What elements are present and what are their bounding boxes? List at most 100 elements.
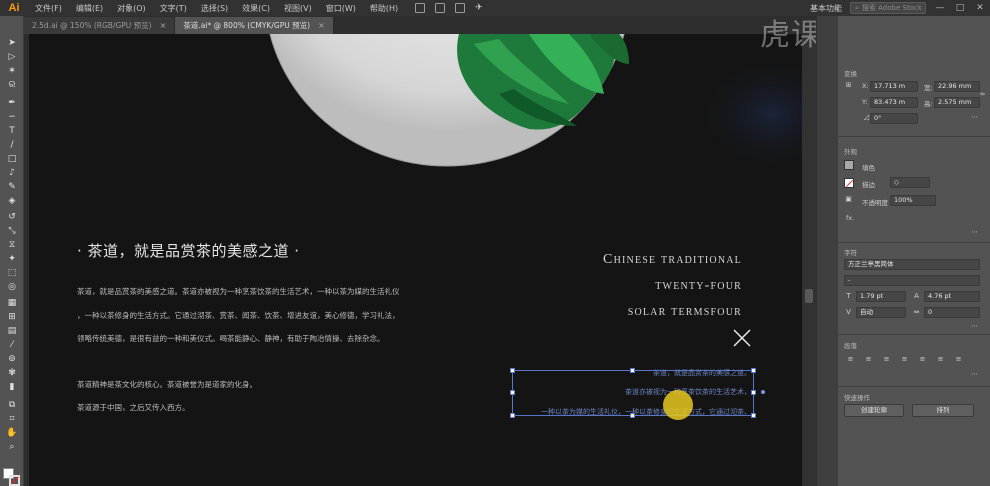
zoom-tool-icon[interactable]: ⌕ bbox=[6, 442, 18, 452]
artboard[interactable]: · 茶道，就是品赏茶的美感之道 · 茶道，就是品赏茶的美感之道。茶道亦被视为一种… bbox=[29, 34, 811, 486]
english-line-1[interactable]: Chinese traditional bbox=[603, 252, 742, 268]
align-right-icon[interactable]: ≡ bbox=[882, 355, 891, 364]
fill-color-swatch[interactable] bbox=[844, 160, 854, 170]
tea-paragraph-line-4[interactable]: 茶道精神是茶文化的核心。茶道被誉为是道家的化身。 bbox=[77, 379, 257, 390]
justify-center-icon[interactable]: ≡ bbox=[918, 355, 927, 364]
menu-window[interactable]: 窗口(W) bbox=[319, 3, 363, 14]
menu-effect[interactable]: 效果(C) bbox=[235, 3, 277, 14]
menu-select[interactable]: 选择(S) bbox=[194, 3, 235, 14]
gradient-tool-icon[interactable]: ▤ bbox=[6, 326, 18, 336]
selection-handle[interactable] bbox=[630, 368, 635, 373]
selection-handle[interactable] bbox=[630, 413, 635, 418]
direct-selection-tool-icon[interactable]: ▷ bbox=[6, 52, 18, 62]
kerning-select[interactable]: 自动 bbox=[856, 307, 906, 318]
maximize-button[interactable]: □ bbox=[954, 3, 966, 13]
tea-paragraph-line-5[interactable]: 茶道源于中国，之后又传入西方。 bbox=[77, 402, 190, 413]
selection-handle[interactable] bbox=[510, 413, 515, 418]
stroke-color-swatch[interactable] bbox=[844, 178, 854, 188]
shaper-tool-icon[interactable]: ✎ bbox=[6, 182, 18, 192]
selection-handle[interactable] bbox=[751, 413, 756, 418]
rotate-field[interactable]: 0° bbox=[870, 113, 918, 124]
link-proportions-icon[interactable]: ∞ bbox=[978, 90, 987, 99]
english-line-2[interactable]: twenty-four bbox=[655, 278, 742, 294]
magic-wand-tool-icon[interactable]: ✶ bbox=[6, 66, 18, 76]
selection-handle[interactable] bbox=[751, 390, 756, 395]
puppet-warp-tool-icon[interactable]: ✦ bbox=[6, 254, 18, 264]
width-field[interactable]: 22.96 mm bbox=[934, 81, 980, 92]
close-icon[interactable]: × bbox=[160, 21, 167, 30]
font-size-field[interactable]: 1.79 pt bbox=[856, 291, 906, 302]
tea-title[interactable]: · 茶道，就是品赏茶的美感之道 · bbox=[77, 240, 300, 261]
selection-handle[interactable] bbox=[510, 390, 515, 395]
curvature-tool-icon[interactable]: ∽ bbox=[6, 112, 18, 122]
scrollbar-thumb[interactable] bbox=[805, 289, 813, 303]
leading-field[interactable]: 4.76 pt bbox=[924, 291, 980, 302]
share-icon[interactable]: ✈ bbox=[475, 3, 485, 13]
stock-search-input[interactable]: ⌕ 搜索 Adobe Stock bbox=[850, 2, 926, 14]
pen-tool-icon[interactable]: ✒ bbox=[6, 98, 18, 108]
height-field[interactable]: 2.575 mm bbox=[934, 97, 980, 108]
document-canvas[interactable]: · 茶道，就是品赏茶的美感之道 · 茶道，就是品赏茶的美感之道。茶道亦被视为一种… bbox=[24, 34, 816, 486]
close-button[interactable]: ✕ bbox=[974, 3, 986, 13]
more-options-icon[interactable]: ⋯ bbox=[970, 370, 979, 379]
x-field[interactable]: 17.713 m bbox=[870, 81, 918, 92]
arrange-documents-icon[interactable] bbox=[455, 3, 466, 13]
paintbrush-tool-icon[interactable]: ♪ bbox=[6, 168, 18, 178]
menu-type[interactable]: 文字(T) bbox=[153, 3, 194, 14]
width-tool-icon[interactable]: ⧖ bbox=[6, 240, 18, 250]
reference-point-icon[interactable]: ⊞ bbox=[844, 81, 853, 90]
selection-handle[interactable] bbox=[751, 368, 756, 373]
fx-button[interactable]: fx. bbox=[846, 214, 854, 222]
eyedropper-tool-icon[interactable]: ⁄ bbox=[6, 340, 18, 350]
line-tool-icon[interactable]: / bbox=[6, 140, 18, 150]
stroke-weight-field[interactable]: ◇ bbox=[890, 177, 930, 188]
align-left-icon[interactable]: ≡ bbox=[846, 355, 855, 364]
align-center-icon[interactable]: ≡ bbox=[864, 355, 873, 364]
tab-tea[interactable]: 茶道.ai* @ 800% (CMYK/GPU 预览) × bbox=[175, 17, 334, 34]
justify-all-icon[interactable]: ≡ bbox=[954, 355, 963, 364]
menu-help[interactable]: 帮助(H) bbox=[363, 3, 405, 14]
bridge-icon[interactable] bbox=[415, 3, 426, 13]
more-options-icon[interactable]: ⋯ bbox=[970, 113, 979, 122]
type-tool-icon[interactable]: T bbox=[6, 126, 18, 136]
perspective-grid-tool-icon[interactable]: ▦ bbox=[6, 298, 18, 308]
tea-paragraph-line-2[interactable]: ，一种以茶修身的生活方式。它通过沏茶、赏茶、闻茶、饮茶、增进友谊，美心修德，学习… bbox=[77, 310, 400, 321]
shape-builder-tool-icon[interactable]: ◎ bbox=[6, 282, 18, 292]
y-field[interactable]: 83.473 m bbox=[870, 97, 918, 108]
justify-left-icon[interactable]: ≡ bbox=[900, 355, 909, 364]
slice-tool-icon[interactable]: ⌗ bbox=[6, 414, 18, 424]
arrange-button[interactable]: 排列 bbox=[912, 404, 974, 417]
menu-file[interactable]: 文件(F) bbox=[28, 3, 69, 14]
tab-2-5d[interactable]: 2.5d.ai @ 150% (RGB/GPU 预览) × bbox=[24, 17, 176, 34]
text-anchor-point[interactable] bbox=[761, 390, 765, 394]
justify-right-icon[interactable]: ≡ bbox=[936, 355, 945, 364]
tea-paragraph-line-1[interactable]: 茶道，就是品赏茶的美感之道。茶道亦被视为一种烹茶饮茶的生活艺术，一种以茶为媒的生… bbox=[77, 286, 400, 297]
free-transform-tool-icon[interactable]: ⬚ bbox=[6, 268, 18, 278]
menu-object[interactable]: 对象(O) bbox=[110, 3, 153, 14]
column-graph-tool-icon[interactable]: ▮ bbox=[6, 382, 18, 392]
symbol-sprayer-tool-icon[interactable]: ✾ bbox=[6, 368, 18, 378]
lasso-tool-icon[interactable]: ର bbox=[6, 80, 18, 90]
menu-view[interactable]: 视图(V) bbox=[277, 3, 319, 14]
eraser-tool-icon[interactable]: ◈ bbox=[6, 196, 18, 206]
minimize-button[interactable]: — bbox=[934, 3, 946, 13]
selection-handle[interactable] bbox=[510, 368, 515, 373]
blend-tool-icon[interactable]: ⊚ bbox=[6, 354, 18, 364]
text-selection-box[interactable] bbox=[512, 370, 754, 416]
tea-paragraph-line-3[interactable]: 领略传统美德，是很有益的一种和美仪式。喝茶能静心、静神，有助于陶冶情操、去除杂念… bbox=[77, 333, 385, 344]
font-style-select[interactable]: - bbox=[844, 275, 980, 286]
font-family-select[interactable]: 方正兰亭黑简体 bbox=[844, 259, 980, 270]
rectangle-tool-icon[interactable]: □ bbox=[6, 154, 18, 164]
english-line-3[interactable]: solar termsfour bbox=[628, 304, 742, 320]
artboard-tool-icon[interactable]: ⧉ bbox=[6, 400, 18, 410]
hand-tool-icon[interactable]: ✋ bbox=[6, 428, 18, 438]
menu-edit[interactable]: 编辑(E) bbox=[69, 3, 110, 14]
create-outlines-button[interactable]: 创建轮廓 bbox=[844, 404, 904, 417]
rotate-tool-icon[interactable]: ↺ bbox=[6, 212, 18, 222]
vertical-scrollbar[interactable] bbox=[802, 34, 816, 486]
selection-tool-icon[interactable]: ➤ bbox=[6, 38, 18, 48]
tracking-field[interactable]: 0 bbox=[924, 307, 980, 318]
stock-icon[interactable] bbox=[435, 3, 446, 13]
stroke-swatch[interactable] bbox=[9, 475, 20, 486]
more-options-icon[interactable]: ⋯ bbox=[970, 322, 979, 331]
